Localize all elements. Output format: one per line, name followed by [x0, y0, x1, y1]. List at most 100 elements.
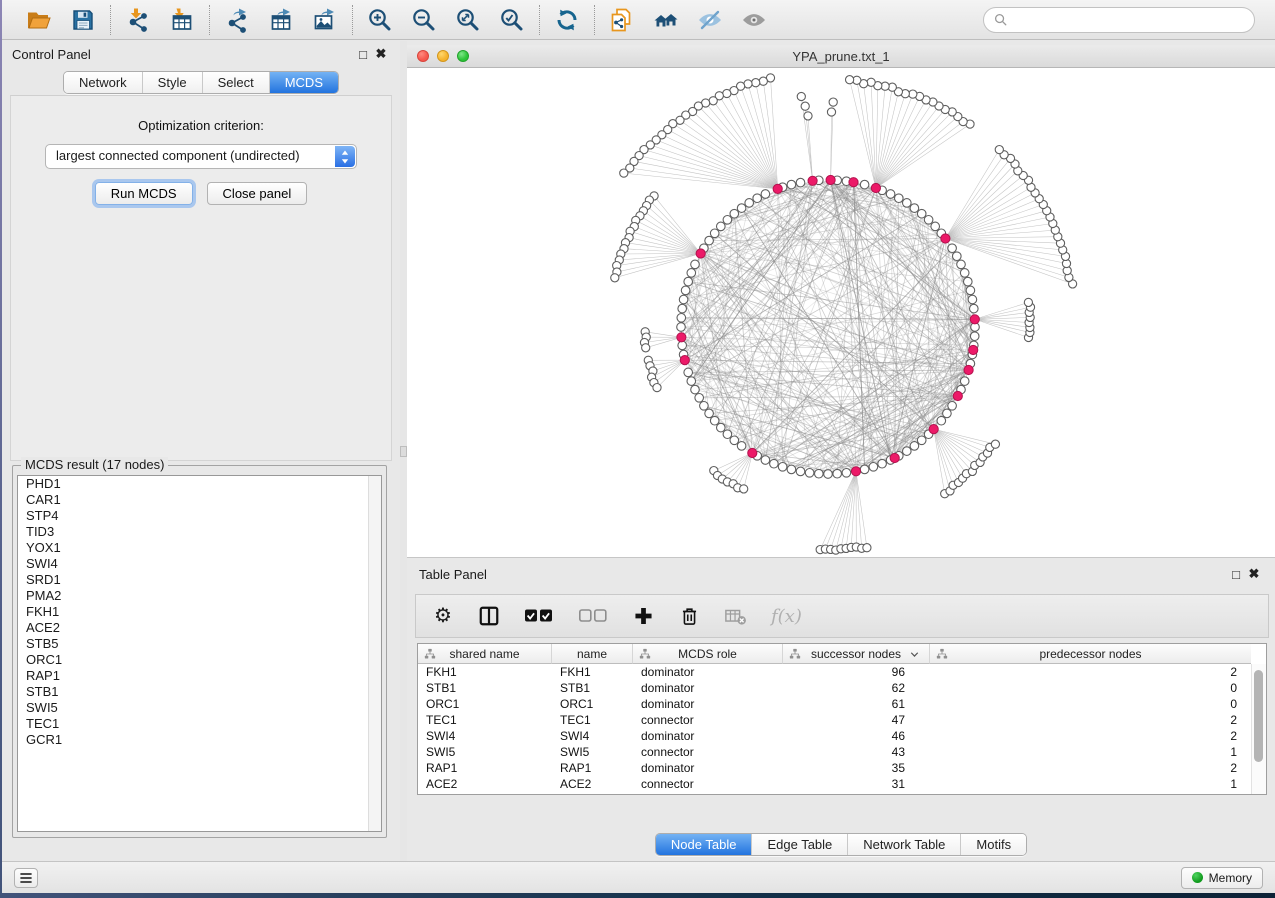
table-cell[interactable]: YOX1: [552, 792, 633, 795]
open-icon[interactable]: [25, 6, 53, 34]
optimization-criterion-select[interactable]: largest connected component (undirected): [45, 144, 357, 169]
close-window-icon[interactable]: [417, 50, 429, 62]
network-window-titlebar[interactable]: YPA_prune.txt_1: [407, 45, 1275, 68]
table-cell[interactable]: dominator: [633, 664, 783, 680]
select-all-icon[interactable]: [524, 605, 554, 627]
table-row[interactable]: ORC1ORC1dominator610: [418, 696, 1251, 712]
mcds-result-item[interactable]: ORC1: [18, 652, 381, 668]
table-cell[interactable]: 2: [930, 760, 1251, 776]
vertical-splitter[interactable]: [400, 41, 407, 861]
table-cell[interactable]: 2: [930, 664, 1251, 680]
table-row[interactable]: FKH1FKH1dominator962: [418, 664, 1251, 680]
mcds-result-item[interactable]: PMA2: [18, 588, 381, 604]
float-panel-icon[interactable]: □: [354, 47, 372, 62]
search-input[interactable]: [1008, 10, 1245, 30]
table-row[interactable]: SWI5SWI5connector431: [418, 744, 1251, 760]
mcds-result-item[interactable]: CAR1: [18, 492, 381, 508]
scrollbar-thumb[interactable]: [1254, 670, 1263, 762]
table-cell[interactable]: SWI5: [418, 744, 552, 760]
network-canvas[interactable]: [407, 68, 1275, 557]
table-cell[interactable]: 2: [930, 712, 1251, 728]
table-tab-node-table[interactable]: Node Table: [656, 834, 752, 855]
mcds-result-item[interactable]: GCR1: [18, 732, 381, 748]
delete-row-icon[interactable]: [678, 605, 700, 627]
export-table-icon[interactable]: [267, 6, 295, 34]
table-cell[interactable]: dominator: [633, 760, 783, 776]
mcds-result-item[interactable]: TEC1: [18, 716, 381, 732]
table-cell[interactable]: 0: [930, 696, 1251, 712]
table-cell[interactable]: 35: [783, 760, 930, 776]
mcds-result-item[interactable]: PHD1: [18, 476, 381, 492]
column-header-shared-name[interactable]: shared name: [418, 644, 552, 664]
table-cell[interactable]: YOX1: [418, 792, 552, 795]
table-cell[interactable]: dominator: [633, 680, 783, 696]
column-header-name[interactable]: name: [552, 644, 633, 664]
maximize-window-icon[interactable]: [457, 50, 469, 62]
table-cell[interactable]: 0: [930, 680, 1251, 696]
table-cell[interactable]: connector: [633, 776, 783, 792]
table-vertical-scrollbar[interactable]: [1251, 664, 1266, 794]
hide-selected-icon[interactable]: [696, 6, 724, 34]
column-header-predecessor-nodes[interactable]: predecessor nodes: [930, 644, 1251, 664]
table-row[interactable]: TEC1TEC1connector472: [418, 712, 1251, 728]
export-image-icon[interactable]: [311, 6, 339, 34]
tab-mcds[interactable]: MCDS: [269, 72, 338, 93]
table-tab-edge-table[interactable]: Edge Table: [751, 834, 847, 855]
table-cell[interactable]: FKH1: [418, 664, 552, 680]
run-mcds-button[interactable]: Run MCDS: [95, 182, 193, 205]
import-network-icon[interactable]: [124, 6, 152, 34]
mcds-result-item[interactable]: ACE2: [18, 620, 381, 636]
mcds-result-item[interactable]: RAP1: [18, 668, 381, 684]
tab-style[interactable]: Style: [142, 72, 202, 93]
table-cell[interactable]: TEC1: [418, 712, 552, 728]
refresh-icon[interactable]: [553, 6, 581, 34]
minimize-window-icon[interactable]: [437, 50, 449, 62]
mcds-result-item[interactable]: FKH1: [18, 604, 381, 620]
neighbors-icon[interactable]: [652, 6, 680, 34]
table-cell[interactable]: connector: [633, 792, 783, 795]
tab-select[interactable]: Select: [202, 72, 269, 93]
zoom-fit-icon[interactable]: [454, 6, 482, 34]
table-cell[interactable]: 96: [783, 664, 930, 680]
table-tab-motifs[interactable]: Motifs: [960, 834, 1026, 855]
zoom-selected-icon[interactable]: [498, 6, 526, 34]
table-cell[interactable]: SWI4: [552, 728, 633, 744]
table-cell[interactable]: 1: [930, 744, 1251, 760]
table-cell[interactable]: 46: [783, 728, 930, 744]
column-header-mcds-role[interactable]: MCDS role: [633, 644, 783, 664]
table-cell[interactable]: STB1: [418, 680, 552, 696]
table-cell[interactable]: 62: [783, 680, 930, 696]
table-cell[interactable]: FKH1: [552, 664, 633, 680]
table-row[interactable]: SWI4SWI4dominator462: [418, 728, 1251, 744]
settings-icon[interactable]: ⚙: [432, 606, 454, 626]
table-cell[interactable]: connector: [633, 744, 783, 760]
mcds-result-item[interactable]: SRD1: [18, 572, 381, 588]
table-cell[interactable]: 31: [783, 776, 930, 792]
task-history-button[interactable]: [14, 868, 38, 888]
table-cell[interactable]: ACE2: [418, 776, 552, 792]
import-table-icon[interactable]: [168, 6, 196, 34]
table-cell[interactable]: RAP1: [552, 760, 633, 776]
column-header-successor-nodes[interactable]: successor nodes: [783, 644, 930, 664]
search-box[interactable]: [983, 7, 1255, 33]
mcds-result-item[interactable]: STP4: [18, 508, 381, 524]
table-cell[interactable]: dominator: [633, 728, 783, 744]
mcds-result-item[interactable]: STB5: [18, 636, 381, 652]
save-icon[interactable]: [69, 6, 97, 34]
mcds-result-item[interactable]: SWI4: [18, 556, 381, 572]
close-panel-icon[interactable]: ✖: [372, 46, 390, 62]
table-cell[interactable]: 1: [930, 776, 1251, 792]
table-cell[interactable]: 43: [783, 744, 930, 760]
table-cell[interactable]: 1: [930, 792, 1251, 795]
memory-button[interactable]: Memory: [1181, 867, 1263, 889]
mcds-result-item[interactable]: STB1: [18, 684, 381, 700]
table-row[interactable]: YOX1YOX1connector291: [418, 792, 1251, 795]
show-all-icon[interactable]: [740, 6, 768, 34]
table-cell[interactable]: STB1: [552, 680, 633, 696]
table-row[interactable]: STB1STB1dominator620: [418, 680, 1251, 696]
table-cell[interactable]: ACE2: [552, 776, 633, 792]
table-cell[interactable]: SWI4: [418, 728, 552, 744]
table-row[interactable]: ACE2ACE2connector311: [418, 776, 1251, 792]
table-cell[interactable]: SWI5: [552, 744, 633, 760]
deselect-all-icon[interactable]: [578, 605, 608, 627]
